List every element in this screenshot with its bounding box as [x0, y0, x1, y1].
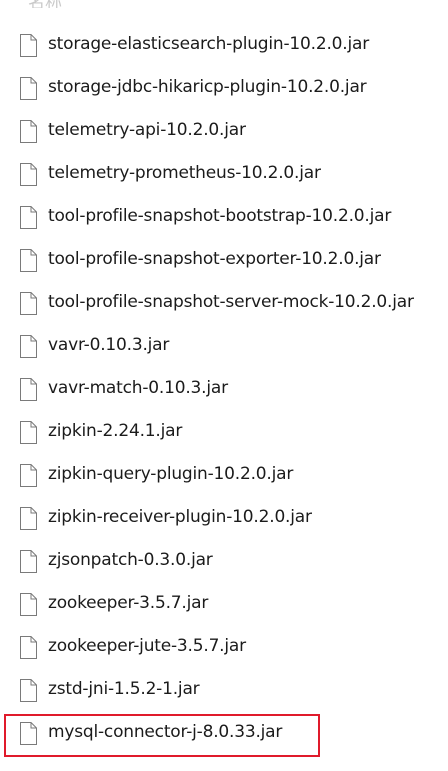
- file-icon: [20, 722, 37, 745]
- file-row[interactable]: telemetry-prometheus-10.2.0.jar: [0, 155, 448, 198]
- file-row[interactable]: zjsonpatch-0.3.0.jar: [0, 542, 448, 585]
- file-name: zipkin-query-plugin-10.2.0.jar: [48, 464, 294, 484]
- file-icon: [20, 378, 37, 401]
- name-column-header[interactable]: 名称: [28, 0, 62, 8]
- file-icon: [20, 421, 37, 444]
- file-row[interactable]: zstd-jni-1.5.2-1.jar: [0, 671, 448, 714]
- file-name: zipkin-2.24.1.jar: [48, 421, 183, 441]
- file-icon: [20, 679, 37, 702]
- file-name: telemetry-api-10.2.0.jar: [48, 120, 246, 140]
- file-name: zjsonpatch-0.3.0.jar: [48, 550, 213, 570]
- file-row[interactable]: zipkin-2.24.1.jar: [0, 413, 448, 456]
- file-icon: [20, 550, 37, 573]
- file-icon: [20, 292, 37, 315]
- file-icon: [20, 120, 37, 143]
- file-name: zookeeper-jute-3.5.7.jar: [48, 636, 246, 656]
- file-row-mysql-connector[interactable]: mysql-connector-j-8.0.33.jar: [0, 714, 448, 757]
- file-row[interactable]: tool-profile-snapshot-server-mock-10.2.0…: [0, 284, 448, 327]
- file-name: vavr-0.10.3.jar: [48, 335, 170, 355]
- file-icon: [20, 464, 37, 487]
- file-row[interactable]: storage-jdbc-hikaricp-plugin-10.2.0.jar: [0, 69, 448, 112]
- file-name: zstd-jni-1.5.2-1.jar: [48, 679, 200, 699]
- file-name: tool-profile-snapshot-bootstrap-10.2.0.j…: [48, 206, 392, 226]
- file-icon: [20, 249, 37, 272]
- file-row[interactable]: tool-profile-snapshot-exporter-10.2.0.ja…: [0, 241, 448, 284]
- file-name: telemetry-prometheus-10.2.0.jar: [48, 163, 321, 183]
- file-icon: [20, 636, 37, 659]
- file-row[interactable]: tool-profile-snapshot-bootstrap-10.2.0.j…: [0, 198, 448, 241]
- file-name: mysql-connector-j-8.0.33.jar: [48, 722, 283, 742]
- file-icon: [20, 507, 37, 530]
- file-icon: [20, 335, 37, 358]
- file-icon: [20, 593, 37, 616]
- file-row[interactable]: zipkin-query-plugin-10.2.0.jar: [0, 456, 448, 499]
- file-name: storage-elasticsearch-plugin-10.2.0.jar: [48, 34, 370, 54]
- file-icon: [20, 77, 37, 100]
- file-list: storage-elasticsearch-plugin-10.2.0.jar …: [0, 26, 448, 757]
- file-name: tool-profile-snapshot-exporter-10.2.0.ja…: [48, 249, 381, 269]
- file-row[interactable]: zipkin-receiver-plugin-10.2.0.jar: [0, 499, 448, 542]
- file-name: zipkin-receiver-plugin-10.2.0.jar: [48, 507, 312, 527]
- file-name: storage-jdbc-hikaricp-plugin-10.2.0.jar: [48, 77, 367, 97]
- file-name: vavr-match-0.10.3.jar: [48, 378, 228, 398]
- file-icon: [20, 163, 37, 186]
- file-row[interactable]: telemetry-api-10.2.0.jar: [0, 112, 448, 155]
- file-row[interactable]: zookeeper-jute-3.5.7.jar: [0, 628, 448, 671]
- file-row[interactable]: storage-elasticsearch-plugin-10.2.0.jar: [0, 26, 448, 69]
- file-name: zookeeper-3.5.7.jar: [48, 593, 209, 613]
- file-name: tool-profile-snapshot-server-mock-10.2.0…: [48, 292, 414, 312]
- file-row[interactable]: vavr-match-0.10.3.jar: [0, 370, 448, 413]
- file-icon: [20, 34, 37, 57]
- file-row[interactable]: vavr-0.10.3.jar: [0, 327, 448, 370]
- file-icon: [20, 206, 37, 229]
- file-row[interactable]: zookeeper-3.5.7.jar: [0, 585, 448, 628]
